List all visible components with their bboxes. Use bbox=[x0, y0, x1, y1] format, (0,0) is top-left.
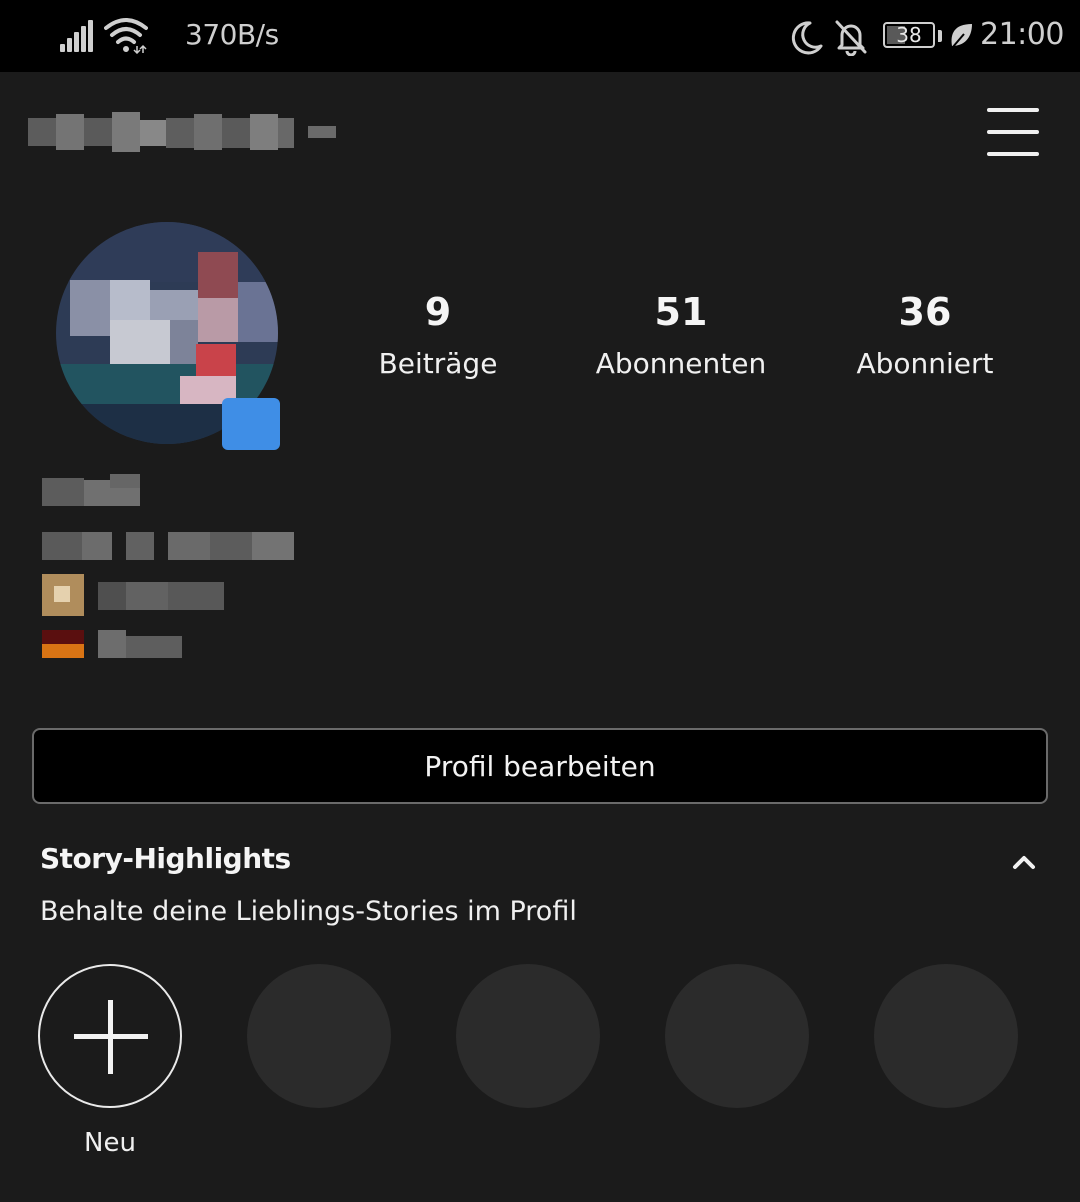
bio-redacted bbox=[40, 470, 360, 670]
battery-icon: 38 bbox=[883, 22, 935, 48]
add-story-badge[interactable] bbox=[222, 398, 280, 450]
username-redacted[interactable] bbox=[28, 110, 338, 154]
clock: 21:00 bbox=[980, 17, 1064, 52]
network-speed: 370B/s bbox=[185, 18, 279, 51]
menu-button[interactable] bbox=[984, 106, 1042, 158]
highlight-placeholder bbox=[874, 964, 1018, 1108]
stat-followers[interactable]: 51 Abonnenten bbox=[571, 286, 791, 384]
highlight-placeholder bbox=[247, 964, 391, 1108]
status-bar: 370B/s 38 21:00 bbox=[0, 0, 1080, 72]
highlights-toggle-button[interactable] bbox=[1006, 846, 1042, 876]
new-highlight-label: Neu bbox=[84, 1128, 136, 1158]
followers-count: 51 bbox=[654, 290, 708, 334]
following-count: 36 bbox=[898, 290, 952, 334]
highlights-subtitle: Behalte deine Lieblings-Stories im Profi… bbox=[40, 896, 577, 927]
posts-count: 9 bbox=[424, 290, 452, 334]
signal-icon bbox=[60, 20, 94, 52]
highlights-title: Story-Highlights bbox=[40, 842, 291, 875]
battery-tip bbox=[938, 30, 942, 42]
chevron-up-icon bbox=[1013, 856, 1035, 869]
following-label: Abonniert bbox=[856, 347, 994, 380]
stat-following[interactable]: 36 Abonniert bbox=[815, 286, 1035, 384]
highlight-placeholder bbox=[456, 964, 600, 1108]
followers-label: Abonnenten bbox=[595, 347, 767, 380]
stat-posts[interactable]: 9 Beiträge bbox=[328, 286, 548, 384]
bell-off-icon bbox=[835, 20, 867, 56]
leaf-icon bbox=[951, 24, 972, 49]
wifi-icon bbox=[104, 18, 148, 54]
edit-profile-button[interactable]: Profil bearbeiten bbox=[32, 728, 1048, 804]
battery-level: 38 bbox=[896, 23, 922, 47]
moon-icon bbox=[791, 21, 823, 55]
posts-label: Beiträge bbox=[378, 347, 498, 380]
new-highlight-button[interactable] bbox=[38, 964, 182, 1108]
highlight-placeholder bbox=[665, 964, 809, 1108]
